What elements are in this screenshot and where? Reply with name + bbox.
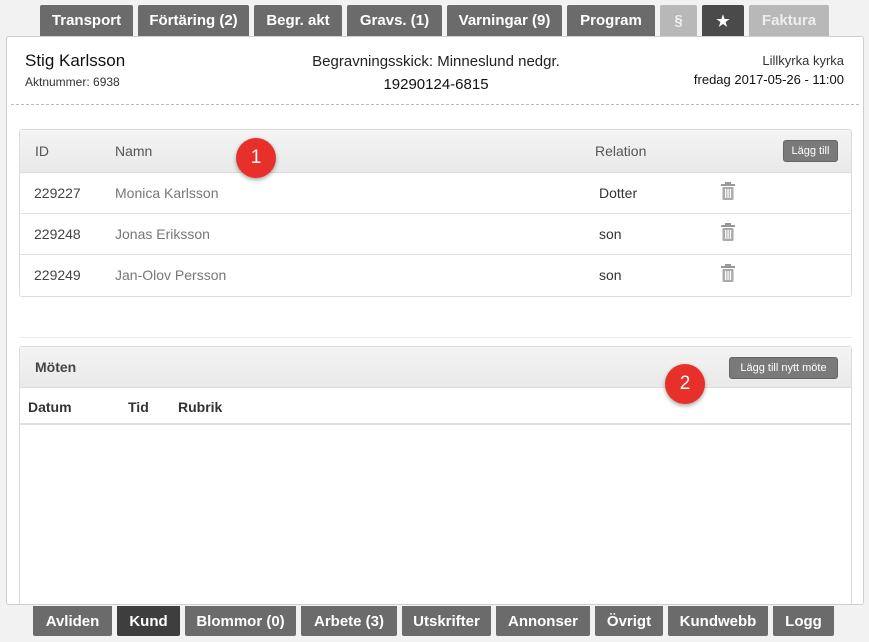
- annotation-badge-2: 2: [665, 364, 705, 404]
- tab-varningar[interactable]: Varningar (9): [447, 5, 562, 36]
- tab-arbete[interactable]: Arbete (3): [301, 606, 397, 636]
- meetings-header: Möten Lägg till nytt möte: [20, 347, 851, 388]
- tab-annonser[interactable]: Annonser: [496, 606, 590, 636]
- trash-icon[interactable]: [721, 182, 735, 200]
- row-name[interactable]: Jonas Eriksson: [115, 226, 210, 242]
- row-relation: Dotter: [599, 185, 638, 201]
- table-row[interactable]: 229249 Jan-Olov Persson son: [20, 255, 851, 296]
- column-datum[interactable]: Datum: [28, 399, 72, 415]
- row-name[interactable]: Jan-Olov Persson: [115, 267, 226, 283]
- row-id: 229227: [34, 185, 81, 201]
- column-id: ID: [35, 143, 49, 159]
- tab-faktura[interactable]: Faktura: [749, 5, 829, 36]
- row-name[interactable]: Monica Karlsson: [115, 185, 219, 201]
- tab-utskrifter[interactable]: Utskrifter: [402, 606, 491, 636]
- begravningsskick: Begravningsskick: Minneslund nedgr.: [312, 53, 560, 70]
- table-row[interactable]: 229227 Monica Karlsson Dotter: [20, 173, 851, 214]
- star-icon: ★: [716, 12, 730, 30]
- tab-paragraph[interactable]: §: [660, 5, 697, 36]
- section-divider: [19, 337, 852, 338]
- tab-logg[interactable]: Logg: [773, 606, 834, 636]
- tab-program[interactable]: Program: [567, 5, 655, 36]
- meetings-title: Möten: [35, 359, 77, 375]
- column-namn: Namn: [115, 143, 153, 159]
- tab-ovrigt[interactable]: Övrigt: [595, 606, 663, 636]
- row-id: 229248: [34, 226, 81, 242]
- meetings-columns: Datum Tid Rubrik: [20, 388, 851, 425]
- tab-kund[interactable]: Kund: [117, 606, 180, 636]
- annotation-badge-1: 1: [236, 138, 276, 178]
- row-id: 229249: [34, 267, 81, 283]
- add-relative-button[interactable]: Lägg till: [783, 140, 838, 162]
- ceremony-datetime: fredag 2017-05-26 - 11:00: [693, 72, 844, 87]
- row-relation: son: [599, 226, 622, 242]
- trash-icon[interactable]: [721, 264, 735, 282]
- meetings-panel: Möten Lägg till nytt möte Datum Tid Rubr…: [19, 346, 852, 604]
- relatives-table-header: ID Namn Relation Lägg till: [20, 130, 851, 173]
- trash-icon[interactable]: [721, 223, 735, 241]
- row-relation: son: [599, 267, 622, 283]
- relatives-table: ID Namn Relation Lägg till 229227 Monica…: [19, 129, 852, 297]
- tab-begr-akt[interactable]: Begr. akt: [254, 5, 342, 36]
- add-meeting-button[interactable]: Lägg till nytt möte: [729, 357, 838, 379]
- header-divider: [11, 104, 859, 105]
- tab-star[interactable]: ★: [702, 5, 744, 36]
- church-name: Lillkyrka kyrka: [762, 53, 844, 68]
- column-tid[interactable]: Tid: [128, 399, 149, 415]
- tab-gravs[interactable]: Gravs. (1): [347, 5, 442, 36]
- main-panel: Stig Karlsson Aktnummer: 6938 Begravning…: [6, 36, 864, 605]
- column-relation: Relation: [595, 143, 647, 159]
- tab-fortaring[interactable]: Förtäring (2): [138, 5, 249, 36]
- column-rubrik[interactable]: Rubrik: [178, 399, 222, 415]
- tab-avliden[interactable]: Avliden: [33, 606, 112, 636]
- table-row[interactable]: 229248 Jonas Eriksson son: [20, 214, 851, 255]
- tab-kundwebb[interactable]: Kundwebb: [668, 606, 768, 636]
- tab-blommor[interactable]: Blommor (0): [185, 606, 296, 636]
- tab-transport[interactable]: Transport: [40, 5, 133, 36]
